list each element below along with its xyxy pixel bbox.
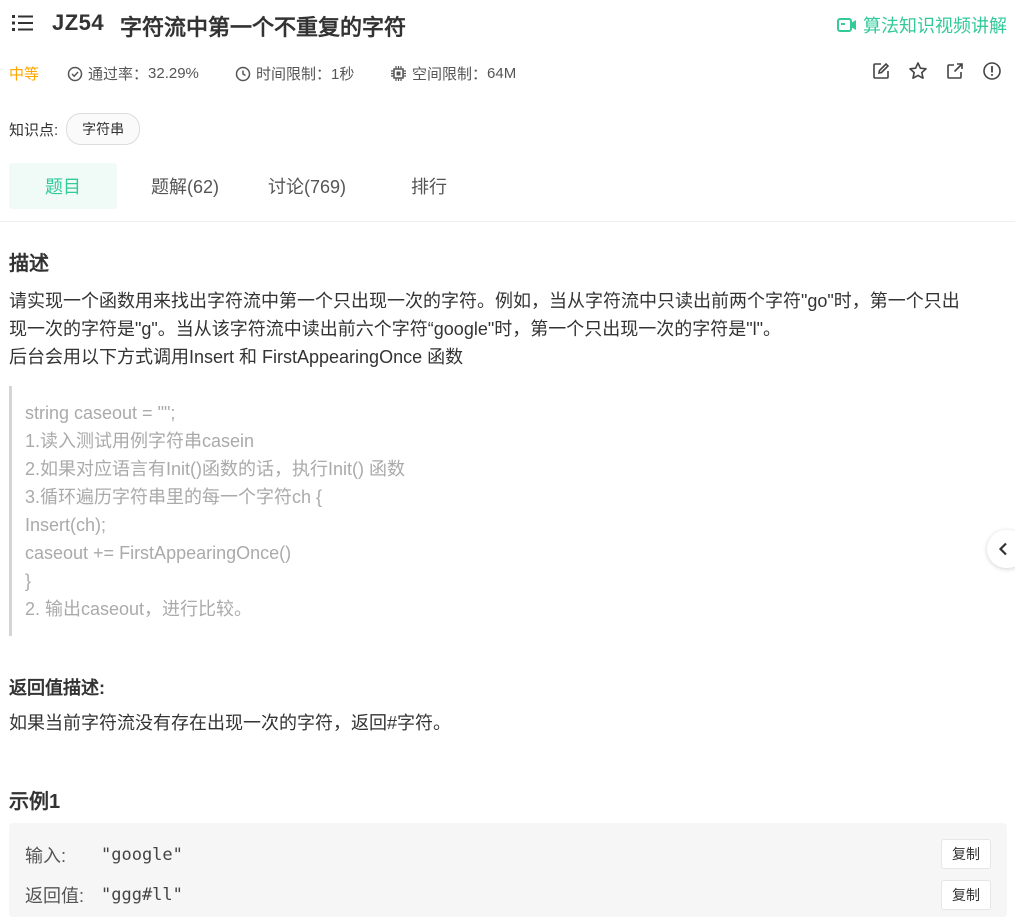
example-output-row: 返回值: "ggg#ll" xyxy=(25,882,183,908)
code-line: 3.循环遍历字符串里的每一个字符ch { xyxy=(25,487,323,507)
chip-icon xyxy=(391,66,406,81)
knowledge-tag[interactable]: 字符串 xyxy=(66,113,141,145)
example-box: 输入: "google" 复制 返回值: "ggg#ll" 复制 xyxy=(9,823,1007,917)
time-limit-value: 1秒 xyxy=(331,66,355,83)
code-line: caseout += FirstAppearingOnce() xyxy=(25,543,292,563)
pass-rate-label: 通过率： xyxy=(88,66,149,83)
video-link-label: 算法知识视频讲解 xyxy=(863,16,1007,36)
description-line-2: 现一次的字符是"g"。当从该字符流中读出前六个字符“google"时，第一个只出… xyxy=(9,319,782,339)
example-input-label: 输入: xyxy=(25,846,67,866)
example-output-label: 返回值: xyxy=(25,886,85,906)
space-limit: 空间限制： 64M xyxy=(390,63,516,84)
report-button[interactable] xyxy=(981,60,1003,82)
menu-icon[interactable] xyxy=(12,14,34,32)
problem-tabs: 题目 题解(62) 讨论(769) 排行 xyxy=(9,163,497,209)
example-heading: 示例1 xyxy=(9,791,61,813)
star-icon xyxy=(909,62,927,79)
tabs-divider xyxy=(0,221,1015,222)
return-text: 如果当前字符流没有存在出现一次的字符，返回#字符。 xyxy=(9,713,452,733)
example-input-value: "google" xyxy=(101,845,183,865)
knowledge-label: 知识点: xyxy=(9,121,59,139)
report-icon xyxy=(983,62,1001,80)
tab-ranking[interactable]: 排行 xyxy=(375,163,483,209)
space-limit-value: 64M xyxy=(487,65,517,82)
edit-button[interactable] xyxy=(870,60,892,82)
tab-discussion[interactable]: 讨论(769) xyxy=(253,163,361,209)
clock-icon xyxy=(235,66,251,81)
favorite-button[interactable] xyxy=(907,60,929,82)
knowledge-points: 知识点: 字符串 xyxy=(9,113,141,145)
problem-meta: 中等 通过率： 32.29% 时间限制： 1秒 空间限制： 64M xyxy=(0,60,1015,84)
code-line: Insert(ch); xyxy=(25,515,107,535)
check-circle-icon xyxy=(67,66,83,81)
video-icon xyxy=(837,18,856,32)
edit-icon xyxy=(873,62,890,79)
tab-problem[interactable]: 题目 xyxy=(9,163,117,209)
example-output-value: "ggg#ll" xyxy=(101,885,183,905)
difficulty-badge: 中等 xyxy=(9,66,40,83)
video-explanation-link[interactable]: 算法知识视频讲解 xyxy=(837,12,1007,38)
code-block: string caseout = ""; 1.读入测试用例字符串casein 2… xyxy=(9,386,999,636)
space-limit-label: 空间限制： xyxy=(412,66,488,83)
pass-rate-value: 32.29% xyxy=(148,65,199,82)
code-line: } xyxy=(25,571,32,591)
code-line: 1.读入测试用例字符串casein xyxy=(25,431,255,451)
problem-code: JZ54 xyxy=(52,10,105,35)
page-title: 字符流中第一个不重复的字符 xyxy=(120,15,407,40)
return-heading: 返回值描述: xyxy=(9,678,105,698)
example-input-row: 输入: "google" xyxy=(25,842,183,868)
code-line: 2. 输出caseout，进行比较。 xyxy=(25,599,253,619)
copy-output-button[interactable]: 复制 xyxy=(941,880,991,910)
share-button[interactable] xyxy=(944,60,966,82)
chevron-left-icon xyxy=(998,542,1007,556)
code-line: 2.如果对应语言有Init()函数的话，执行Init() 函数 xyxy=(25,459,406,479)
tab-solutions[interactable]: 题解(62) xyxy=(131,163,239,209)
share-icon xyxy=(947,63,963,79)
code-line: string caseout = ""; xyxy=(25,403,176,423)
time-limit-label: 时间限制： xyxy=(256,66,332,83)
problem-header: JZ54 字符流中第一个不重复的字符 算法知识视频讲解 xyxy=(0,0,1015,48)
description-heading: 描述 xyxy=(9,253,49,275)
copy-input-button[interactable]: 复制 xyxy=(941,839,991,869)
pass-rate: 通过率： 32.29% xyxy=(67,63,199,84)
problem-tools xyxy=(855,60,1003,82)
description-line-1: 请实现一个函数用来找出字符流中第一个只出现一次的字符。例如，当从字符流中只读出前… xyxy=(9,291,960,311)
description-line-3: 后台会用以下方式调用Insert 和 FirstAppearingOnce 函数 xyxy=(9,347,464,367)
time-limit: 时间限制： 1秒 xyxy=(235,63,354,84)
